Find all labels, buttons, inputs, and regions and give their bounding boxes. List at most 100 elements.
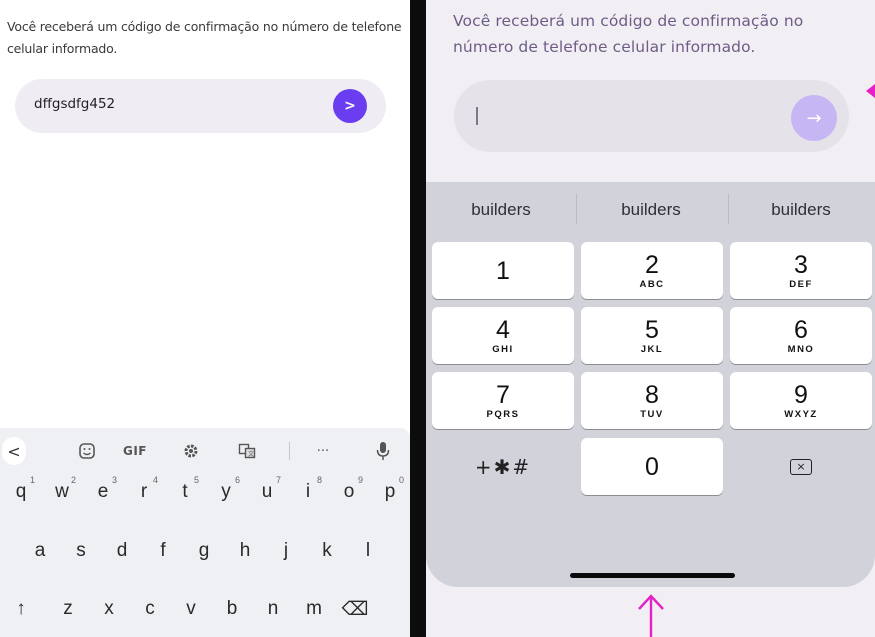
key-label: a: [34, 540, 46, 561]
svg-text:文: 文: [248, 450, 254, 458]
digit-key-7[interactable]: 7 PQRS: [432, 372, 574, 429]
key-2-7[interactable]: m: [296, 589, 332, 629]
key-label: w: [55, 481, 69, 502]
key-2-0[interactable]: ↑: [3, 589, 39, 629]
text-cursor: [476, 107, 478, 125]
translate-icon[interactable]: 文: [234, 438, 260, 464]
key-1-4[interactable]: g: [186, 531, 222, 571]
digit-key-1-label: 1: [496, 256, 510, 285]
digit-key-0[interactable]: 0: [581, 438, 723, 495]
key-1-8[interactable]: l: [350, 531, 386, 571]
key-2-8[interactable]: ⌫: [337, 589, 373, 629]
keyboard-row-3: ↑ z x c v b n m ⌫: [0, 589, 410, 629]
key-0-4[interactable]: t5: [167, 472, 203, 512]
keyboard-toolbar: < GIF 文 ···: [0, 428, 410, 472]
send-button[interactable]: >: [333, 89, 367, 123]
key-label: y: [221, 481, 231, 502]
key-0-2[interactable]: e3: [85, 472, 121, 512]
key-1-0[interactable]: a: [22, 531, 58, 571]
digit-key-7-label: 7: [496, 380, 510, 409]
symbols-key[interactable]: +✱#: [432, 438, 574, 495]
digit-key-6[interactable]: 6 MNO: [730, 307, 872, 364]
key-0-5[interactable]: y6: [208, 472, 244, 512]
annotation-arrow-icon: [866, 84, 875, 98]
key-2-3[interactable]: c: [132, 589, 168, 629]
digit-key-3-letters: DEF: [789, 278, 813, 290]
key-2-5[interactable]: b: [214, 589, 250, 629]
digit-key-4-letters: GHI: [492, 343, 514, 355]
digit-key-8[interactable]: 8 TUV: [581, 372, 723, 429]
gear-icon[interactable]: [178, 438, 204, 464]
key-2-4[interactable]: v: [173, 589, 209, 629]
key-label: f: [160, 540, 166, 561]
delete-key[interactable]: ×: [730, 438, 872, 495]
sticker-icon[interactable]: [74, 438, 100, 464]
more-options-icon[interactable]: ···: [310, 438, 336, 464]
home-indicator: [570, 573, 735, 578]
key-0-9[interactable]: p0: [372, 472, 408, 512]
key-2-6[interactable]: n: [255, 589, 291, 629]
symbols-key-label: +✱#: [474, 454, 532, 479]
key-1-7[interactable]: k: [309, 531, 345, 571]
digit-key-5[interactable]: 5 JKL: [581, 307, 723, 364]
back-chevron-icon[interactable]: <: [2, 437, 26, 465]
key-1-1[interactable]: s: [63, 531, 99, 571]
key-1-5[interactable]: h: [227, 531, 263, 571]
digit-key-1[interactable]: 1: [432, 242, 574, 299]
key-label: u: [261, 481, 273, 502]
digit-key-3-label: 3: [794, 250, 808, 279]
digit-key-9[interactable]: 9 WXYZ: [730, 372, 872, 429]
key-label: p: [384, 481, 396, 502]
annotation-up-arrow-icon: [638, 594, 664, 637]
code-input-field[interactable]: →: [454, 80, 849, 152]
confirmation-description: Você receberá um código de confirmação n…: [453, 12, 804, 56]
key-label: r: [140, 481, 148, 502]
key-label: g: [198, 540, 210, 561]
confirmation-description: Você receberá um código de confirmação n…: [7, 19, 402, 56]
code-input-field[interactable]: dffgsdfg452 >: [15, 79, 386, 133]
digit-key-9-letters: WXYZ: [784, 408, 818, 420]
key-label: d: [116, 540, 128, 561]
mic-icon[interactable]: [370, 438, 396, 464]
key-label: c: [145, 598, 155, 619]
digit-key-2[interactable]: 2 ABC: [581, 242, 723, 299]
suggestion-3[interactable]: builders: [726, 200, 875, 220]
key-0-6[interactable]: u7: [249, 472, 285, 512]
key-2-1[interactable]: z: [50, 589, 86, 629]
key-label: z: [63, 598, 73, 619]
key-0-8[interactable]: o9: [331, 472, 367, 512]
digit-key-3[interactable]: 3 DEF: [730, 242, 872, 299]
key-1-6[interactable]: j: [268, 531, 304, 571]
key-label: h: [239, 540, 251, 561]
key-0-0[interactable]: q1: [3, 472, 39, 512]
key-2-2[interactable]: x: [91, 589, 127, 629]
code-input-value: dffgsdfg452: [34, 96, 116, 112]
key-hint: 9: [357, 475, 363, 485]
key-0-3[interactable]: r4: [126, 472, 162, 512]
suggestion-2[interactable]: builders: [576, 200, 726, 220]
key-0-1[interactable]: w2: [44, 472, 80, 512]
digit-key-4[interactable]: 4 GHI: [432, 307, 574, 364]
ios-number-pad: builders builders builders 1 2 ABC 3 DEF 4 GHI…: [426, 182, 875, 587]
digit-key-8-label: 8: [645, 380, 659, 409]
suggestion-1[interactable]: builders: [426, 200, 576, 220]
key-1-3[interactable]: f: [145, 531, 181, 571]
digit-key-6-label: 6: [794, 315, 808, 344]
key-label: t: [182, 481, 188, 502]
send-arrow-button[interactable]: →: [791, 95, 837, 141]
key-label: x: [104, 598, 114, 619]
key-label: s: [76, 540, 86, 561]
left-screen: Você receberá um código de confirmação n…: [0, 0, 410, 637]
key-hint: 5: [193, 475, 199, 485]
digit-key-0-label: 0: [645, 452, 659, 481]
key-label: v: [186, 598, 196, 619]
key-hint: 4: [152, 475, 158, 485]
keyboard-row-1: q1w2e3r4t5y6u7i8o9p0: [0, 472, 410, 512]
android-keyboard: < GIF 文 ··· q1w2e3r4t5y6u7i8o9p0 asdfghj…: [0, 428, 410, 637]
gif-button[interactable]: GIF: [118, 438, 152, 464]
key-0-7[interactable]: i8: [290, 472, 326, 512]
digit-key-5-letters: JKL: [640, 343, 664, 355]
key-hint: 3: [111, 475, 117, 485]
key-1-2[interactable]: d: [104, 531, 140, 571]
digit-key-5-label: 5: [645, 315, 659, 344]
